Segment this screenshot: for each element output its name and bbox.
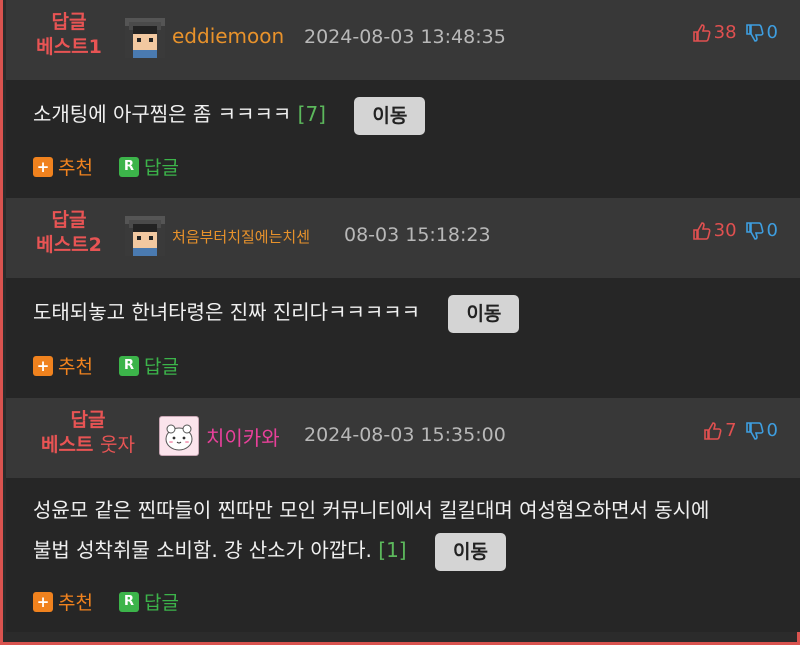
move-button[interactable]: 이동: [354, 96, 426, 135]
comment-actions: + 추천 R 답글: [33, 153, 205, 180]
comment-text: 소개팅에 아구찜은 좀 ㅋㅋㅋㅋ [7] 이동: [33, 94, 426, 135]
pixel-guy-avatar[interactable]: [125, 18, 165, 58]
reply-count: [7]: [297, 102, 326, 126]
r-icon: R: [118, 156, 139, 177]
thumbs-down-icon: [745, 23, 764, 42]
best-badge: 답글 베스트2: [36, 209, 102, 256]
plus-icon: +: [33, 591, 53, 612]
comment-body: 성윤모 같은 찐따들이 찐따만 모인 커뮤니티에서 킬킬대며 여성혐오하면서 동…: [6, 478, 800, 632]
best-badge: 답글 베스트 웃자: [40, 409, 136, 456]
move-button[interactable]: 이동: [434, 532, 506, 571]
downvote-button[interactable]: 0: [745, 220, 778, 241]
comment-header: 답글 베스트1 eddiemoon 2024-08-03 13:48:35 38…: [6, 0, 800, 80]
reply-count: [1]: [378, 538, 407, 562]
upvote-button[interactable]: 7: [703, 420, 737, 441]
thumbs-down-icon: [745, 421, 764, 440]
author-nickname[interactable]: eddiemoon: [172, 24, 284, 48]
comment-body: 소개팅에 아구찜은 좀 ㅋㅋㅋㅋ [7] 이동 + 추천 R 답글: [6, 80, 800, 198]
comment-text: 도태되놓고 한녀타령은 진짜 진리다ㅋㅋㅋㅋㅋ 이동: [33, 292, 520, 333]
best-suffix: 웃자: [100, 434, 136, 456]
author-nickname[interactable]: 치이카와: [206, 422, 280, 451]
r-icon: R: [118, 355, 139, 376]
author-nickname[interactable]: 처음부터치질에는치센: [172, 226, 310, 247]
upvote-button[interactable]: 30: [692, 220, 737, 241]
comment-text: 성윤모 같은 찐따들이 찐따만 모인 커뮤니티에서 킬킬대며 여성혐오하면서 동…: [33, 490, 793, 571]
recommend-button[interactable]: + 추천: [33, 352, 93, 379]
chiikawa-avatar[interactable]: [159, 416, 199, 456]
vote-box: 38 0: [692, 22, 778, 43]
comment-date: 2024-08-03 15:35:00: [304, 424, 506, 446]
vote-box: 7 0: [703, 420, 778, 441]
comment-actions: + 추천 R 답글: [33, 588, 205, 615]
reply-button[interactable]: R 답글: [118, 588, 179, 615]
plus-icon: +: [33, 355, 53, 376]
reply-button[interactable]: R 답글: [118, 352, 179, 379]
comment-header: 답글 베스트2 처음부터치질에는치센 08-03 15:18:23 30 0: [6, 198, 800, 278]
recommend-button[interactable]: + 추천: [33, 153, 93, 180]
plus-icon: +: [33, 156, 53, 177]
reply-button[interactable]: R 답글: [118, 153, 179, 180]
pixel-guy-avatar[interactable]: [125, 216, 165, 256]
r-icon: R: [118, 591, 139, 612]
vote-box: 30 0: [692, 220, 778, 241]
comment-actions: + 추천 R 답글: [33, 352, 205, 379]
downvote-button[interactable]: 0: [745, 420, 778, 441]
comment-header: 답글 베스트 웃자 치이카와 2024-08-03 15:35:00 7 0: [6, 398, 800, 478]
downvote-button[interactable]: 0: [745, 22, 778, 43]
comment-body: 도태되놓고 한녀타령은 진짜 진리다ㅋㅋㅋㅋㅋ 이동 + 추천 R 답글: [6, 278, 800, 398]
thumbs-down-icon: [745, 221, 764, 240]
thumbs-up-icon: [704, 421, 722, 440]
recommend-button[interactable]: + 추천: [33, 588, 93, 615]
move-button[interactable]: 이동: [448, 294, 520, 333]
comment-date: 2024-08-03 13:48:35: [304, 26, 506, 48]
thumbs-up-icon: [692, 221, 711, 240]
best-badge: 답글 베스트1: [36, 11, 102, 58]
thumbs-up-icon: [692, 23, 711, 42]
comment-date: 08-03 15:18:23: [344, 224, 491, 246]
comment-list: 답글 베스트1 eddiemoon 2024-08-03 13:48:35 38…: [0, 0, 800, 645]
upvote-button[interactable]: 38: [692, 22, 737, 43]
